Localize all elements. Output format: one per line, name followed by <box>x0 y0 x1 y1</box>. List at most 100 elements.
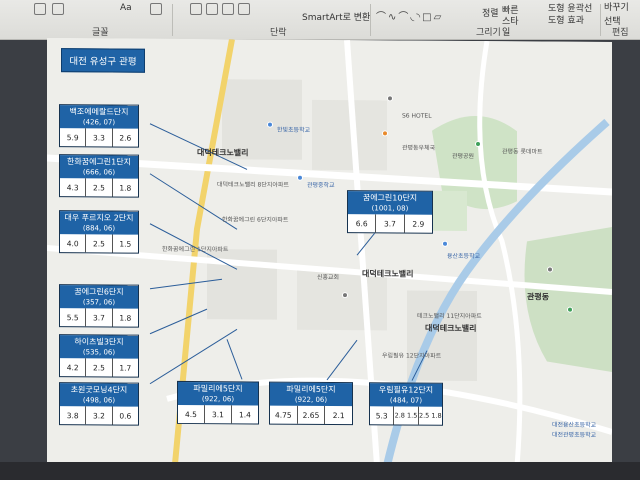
apt-card[interactable]: 꿈에그린10단지 (1001, 08) 6.6 3.7 2.9 <box>347 190 433 234</box>
apt-card[interactable]: 초원굿모닝4단지 (498, 06) 3.8 3.2 0.6 <box>59 382 139 426</box>
arrange-button[interactable]: 정렬 <box>482 6 499 19</box>
align-center-icon[interactable] <box>206 3 218 15</box>
apt-card[interactable]: 대우 푸르지오 2단지 (884, 06) 4.0 2.5 1.5 <box>59 210 139 254</box>
apt-card-value: 2.6 <box>111 128 138 147</box>
apt-card-value: 5.3 <box>375 410 388 420</box>
map-pin-icon[interactable] <box>342 292 348 299</box>
apt-card-value: 1.5 <box>111 234 138 253</box>
apt-card-value: 1.8 <box>111 308 138 327</box>
replace-button[interactable]: 바꾸기 <box>604 0 629 13</box>
map-pin-icon[interactable] <box>547 266 553 273</box>
apt-card-value: 2.1 <box>324 405 353 425</box>
map-label-park: 관평공원 <box>452 152 475 161</box>
apt-card-values: 4.0 2.5 1.5 <box>60 234 138 253</box>
apt-card[interactable]: 꿈에그린6단지 (357, 06) 5.5 3.7 1.8 <box>59 284 139 328</box>
apt-card-value: 2.8 1.5 <box>393 406 418 425</box>
apt-card[interactable]: 파밀리에5단지 (922, 06) 4.5 3.1 1.4 <box>177 380 259 425</box>
font-case-icon[interactable]: Aa <box>120 3 132 13</box>
apt-card[interactable]: 하이츠빌3단지 (535, 06) 4.2 2.5 1.7 <box>59 334 139 378</box>
apt-card-value: 1.4 <box>231 405 258 424</box>
ribbon-separator <box>370 4 371 36</box>
apt-card-values: 5.3 2.8 1.5 2.5 1.8 <box>370 406 442 425</box>
apt-card-header: 대우 푸르지오 2단지 (884, 06) <box>60 211 138 235</box>
apt-card-name: 백조에메랄드단지 <box>69 107 129 117</box>
map-pin-icon[interactable] <box>267 121 273 128</box>
apt-card-sub: (357, 06) <box>82 298 116 307</box>
apt-card-values: 4.2 2.5 1.7 <box>60 358 138 377</box>
apt-card-header: 우림필유12단지 (484, 07) <box>370 383 442 407</box>
font-size-icon[interactable] <box>52 3 64 15</box>
map-label-school: 용산초등학교 <box>447 252 481 261</box>
apt-card-values: 6.6 3.7 2.9 <box>348 214 432 233</box>
apt-card-values: 4.75 2.65 2.1 <box>270 405 353 425</box>
shape-effects-button[interactable]: 도형 효과 <box>548 13 584 26</box>
apt-card[interactable]: 우림필유12단지 (484, 07) 5.3 2.8 1.5 2.5 1.8 <box>369 382 443 426</box>
justify-icon[interactable] <box>238 3 250 15</box>
map-pin-icon[interactable] <box>442 240 448 247</box>
apt-card-name: 꿈에그린6단지 <box>74 287 124 297</box>
smartart-button[interactable]: SmartArt로 변환 <box>302 10 370 23</box>
apt-card-values: 3.8 3.2 0.6 <box>60 406 138 425</box>
map-label-post: 관평동우체국 <box>402 144 436 152</box>
apt-card-name: 파밀리에5단지 <box>193 384 243 394</box>
apt-card[interactable]: 백조에메랄드단지 (426, 07) 5.9 3.3 2.6 <box>59 104 139 148</box>
apt-card-value: 3.7 <box>375 214 404 233</box>
paragraph-group-label: 단락 <box>270 28 287 38</box>
map-pin-icon[interactable] <box>475 141 481 148</box>
apt-card-value: 4.0 <box>66 238 79 248</box>
map-label-district: 대덕테크노밸리 <box>197 148 249 158</box>
apt-card-sub: (922, 06) <box>201 395 235 404</box>
apt-card-name: 우림필유12단지 <box>378 385 434 395</box>
apt-card-value: 3.2 <box>85 406 112 425</box>
font-color-icon[interactable] <box>34 3 46 15</box>
apt-card-header: 백조에메랄드단지 (426, 07) <box>60 105 138 129</box>
apt-card-header: 초원굿모닝4단지 (498, 06) <box>60 383 138 407</box>
map-label-apt: 대덕테크노밸리 8단지아파트 <box>217 181 289 189</box>
font-group-label: 글꼴 <box>92 28 109 38</box>
apt-card-values: 5.5 3.7 1.8 <box>60 308 138 327</box>
apt-card-value: 2.5 <box>85 178 112 197</box>
map-label-apt: 한화꿈에그린 1단지아파트 <box>162 245 229 254</box>
apt-card-value: 2.9 <box>403 214 432 233</box>
apt-card-value: 6.6 <box>355 218 368 228</box>
map-label-gwanpyeong: 관평동 <box>527 292 550 302</box>
slide-canvas[interactable]: 대전 유성구 관평 대덕테크노밸리 대덕테크노밸리 대덕테크노밸리 관평동 한빛… <box>47 38 612 467</box>
apt-card-value: 3.8 <box>66 410 79 420</box>
clear-format-icon[interactable] <box>150 3 162 15</box>
apt-card-sub: (1001, 08) <box>371 204 409 213</box>
map-pin-icon[interactable] <box>387 95 393 102</box>
map-label-apt: 우림필유 12단지아파트 <box>382 352 442 360</box>
apt-card-name: 초원굿모닝4단지 <box>70 385 128 395</box>
editing-group-label: 편집 <box>612 28 629 38</box>
apt-card-values: 4.3 2.5 1.8 <box>60 178 138 197</box>
apt-card-name: 하이츠빌3단지 <box>74 337 124 347</box>
map-label-apt: 테크노밸리 11단지아파트 <box>417 312 482 321</box>
map-pin-icon[interactable] <box>567 306 573 313</box>
apt-card[interactable]: 한화꿈에그린1단지 (666, 06) 4.3 2.5 1.8 <box>59 154 139 198</box>
ribbon-separator <box>172 4 173 36</box>
apt-card-value: 5.9 <box>66 132 79 142</box>
shapes-gallery[interactable]: ⌒∿⌒◟◝□▱ <box>376 8 443 23</box>
apt-card-name: 대우 푸르지오 2단지 <box>64 213 134 223</box>
apt-card-sub: (535, 06) <box>82 348 116 357</box>
apt-card[interactable]: 파밀리에5단지 (922, 06) 4.75 2.65 2.1 <box>269 381 353 426</box>
drawing-group-label: 그리기 <box>476 28 501 38</box>
apt-card-sub: (666, 06) <box>82 168 116 177</box>
align-left-icon[interactable] <box>190 3 202 15</box>
apt-card-value: 2.5 1.8 <box>417 406 442 425</box>
apt-card-value: 3.1 <box>204 405 231 424</box>
map-pin-icon[interactable] <box>382 130 388 137</box>
map-label-school: 관평중학교 <box>307 181 335 190</box>
map-label-church: 신흥교회 <box>317 273 340 282</box>
apt-card-value: 3.3 <box>85 128 112 147</box>
map-pin-icon[interactable] <box>297 174 303 181</box>
align-right-icon[interactable] <box>222 3 234 15</box>
map-label-district: 대덕테크노밸리 <box>425 323 477 334</box>
apt-card-value: 0.6 <box>111 406 138 425</box>
apt-card-sub: (498, 06) <box>82 396 116 405</box>
quick-styles-button[interactable]: 빠른 스타일 <box>502 6 526 39</box>
apt-card-value: 4.2 <box>66 362 79 372</box>
slide-title[interactable]: 대전 유성구 관평 <box>61 48 145 73</box>
map-label-apt: 한화꿈에그린 6단지아파트 <box>222 216 289 224</box>
map-label-school: 한빛초등학교 <box>277 126 311 134</box>
